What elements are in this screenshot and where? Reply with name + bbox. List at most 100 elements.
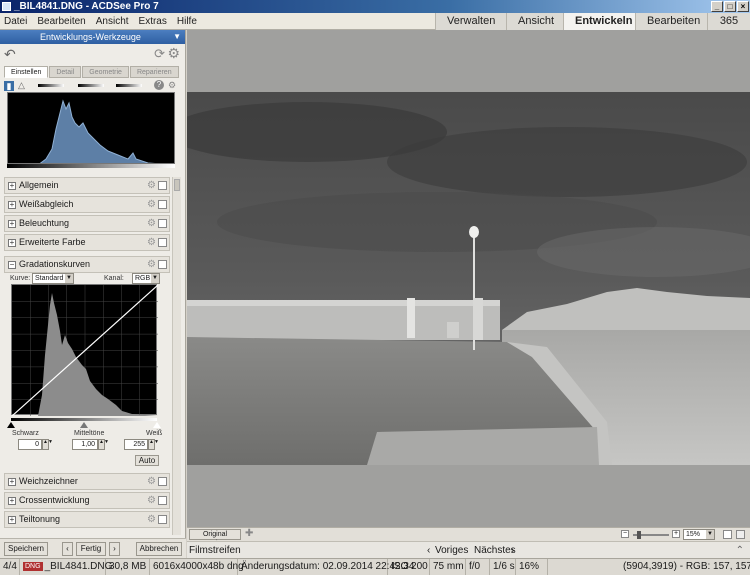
tone-curve-graph[interactable] [11, 284, 159, 417]
show-original-button[interactable]: Original anzeigen [189, 529, 241, 547]
section-gear-icon[interactable]: ⚙ [147, 178, 156, 193]
section-checkbox[interactable] [158, 496, 167, 505]
next-arrow-icon[interactable]: › [109, 542, 120, 556]
white-point-handle[interactable] [153, 422, 161, 428]
collapse-arrow-icon[interactable]: ▼ [173, 30, 181, 44]
zoom-slider-handle[interactable] [637, 531, 641, 539]
mid-value-input[interactable]: 1,00 [72, 439, 98, 450]
warning-icon[interactable]: △ [18, 80, 25, 90]
menu-ansicht[interactable]: Ansicht [96, 16, 129, 27]
auto-button[interactable]: Auto [135, 455, 159, 466]
expand-icon[interactable]: + [8, 220, 16, 228]
menu-extras[interactable]: Extras [139, 16, 167, 27]
expand-icon[interactable]: + [8, 201, 16, 209]
panel-scrollbar[interactable] [172, 177, 181, 535]
section-gear-icon[interactable]: ⚙ [147, 235, 156, 250]
section-checkbox[interactable] [158, 515, 167, 524]
tab-entwickeln[interactable]: Entwickeln [563, 13, 635, 30]
section-crossentwicklung[interactable]: + Crossentwicklung ⚙ [4, 492, 170, 509]
status-filename: DNG _BIL4841.DNG [20, 559, 112, 575]
image-viewer[interactable] [187, 30, 750, 527]
channel-select[interactable]: RGB ▼ [132, 273, 160, 284]
mid-spinner[interactable]: ▲▼ [98, 439, 109, 450]
subtab-reparieren[interactable]: Reparieren [129, 66, 179, 78]
minimize-icon[interactable]: _ [711, 1, 723, 12]
menu-datei[interactable]: Datei [4, 16, 27, 27]
section-checkbox[interactable] [158, 477, 167, 486]
fullscreen-icon[interactable] [736, 530, 745, 539]
expand-filmstrip-icon[interactable]: ⌃ [736, 542, 744, 559]
expand-icon[interactable]: + [8, 239, 16, 247]
add-icon[interactable]: ✚ [245, 528, 253, 539]
section-checkbox[interactable] [158, 260, 167, 269]
scroll-thumb[interactable] [174, 179, 180, 191]
expand-icon[interactable]: + [8, 478, 16, 486]
next-link[interactable]: Nächstes [474, 542, 516, 559]
prev-chevron-icon[interactable]: ‹ [427, 542, 430, 559]
section-weissabgleich[interactable]: + Weißabgleich ⚙ [4, 196, 170, 213]
curve-select[interactable]: Standard ▼ [32, 273, 74, 284]
previous-link[interactable]: Voriges [435, 542, 468, 559]
section-teiltonung[interactable]: + Teiltonung ⚙ [4, 511, 170, 528]
section-gear-icon[interactable]: ⚙ [147, 216, 156, 231]
section-checkbox[interactable] [158, 219, 167, 228]
histogram-mode-icon[interactable]: ▮ [4, 81, 14, 91]
settings-gear-icon[interactable]: ⚙ [167, 45, 180, 62]
subtab-detail[interactable]: Detail [49, 66, 82, 78]
section-gear-icon[interactable]: ⚙ [147, 257, 156, 272]
save-button[interactable]: Speichern [4, 542, 48, 556]
section-gear-icon[interactable]: ⚙ [147, 493, 156, 508]
midtone-handle[interactable] [80, 422, 88, 428]
section-checkbox[interactable] [158, 238, 167, 247]
section-gradationskurven[interactable]: − Gradationskurven ⚙ [4, 256, 170, 273]
section-allgemein[interactable]: + Allgemein ⚙ [4, 177, 170, 194]
section-checkbox[interactable] [158, 181, 167, 190]
section-gear-icon[interactable]: ⚙ [147, 474, 156, 489]
tab-365[interactable]: 365 [707, 13, 750, 30]
zoom-select[interactable]: 15% ▼ [683, 529, 715, 540]
section-erweiterte-farbe[interactable]: + Erweiterte Farbe ⚙ [4, 234, 170, 251]
menu-hilfe[interactable]: Hilfe [177, 16, 197, 27]
expand-icon[interactable]: + [8, 516, 16, 524]
tab-bearbeiten[interactable]: Bearbeiten [635, 13, 707, 30]
subtab-geometrie[interactable]: Geometrie [82, 66, 129, 78]
section-gear-icon[interactable]: ⚙ [147, 512, 156, 527]
next-chevron-icon[interactable]: › [511, 542, 514, 559]
section-beleuchtung[interactable]: + Beleuchtung ⚙ [4, 215, 170, 232]
subtab-einstellen[interactable]: Einstellen [4, 66, 49, 78]
panel-header[interactable]: Entwicklungs-Werkzeuge ▼ [0, 30, 185, 44]
reset-icon[interactable]: ⟳ [154, 46, 165, 62]
cancel-button[interactable]: Abbrechen [136, 542, 182, 556]
highlight-clip-icon[interactable] [116, 84, 142, 87]
maximize-icon[interactable]: □ [724, 1, 736, 12]
zoom-out-icon[interactable]: − [621, 530, 629, 538]
black-spinner[interactable]: ▲▼ [42, 439, 53, 450]
black-point-handle[interactable] [7, 422, 15, 428]
shadow-clip-icon[interactable] [38, 84, 64, 87]
section-gear-icon[interactable]: ⚙ [147, 197, 156, 212]
midtone-icon[interactable] [78, 84, 104, 87]
fit-icon[interactable] [723, 530, 732, 539]
black-value-input[interactable]: 0 [18, 439, 42, 450]
white-value-input[interactable]: 255 [124, 439, 148, 450]
white-spinner[interactable]: ▲▼ [148, 439, 159, 450]
histogram-gear-icon[interactable]: ⚙ [168, 80, 176, 90]
close-icon[interactable]: × [737, 1, 749, 12]
undo-icon[interactable]: ↶ [4, 46, 16, 63]
done-button[interactable]: Fertig [76, 542, 106, 556]
section-weichzeichner[interactable]: + Weichzeichner ⚙ [4, 473, 170, 490]
prev-arrow-icon[interactable]: ‹ [62, 542, 73, 556]
menu-bearbeiten[interactable]: Bearbeiten [37, 16, 85, 27]
help-icon[interactable]: ? [154, 80, 164, 90]
chevron-down-icon: ▼ [706, 530, 714, 539]
expand-icon[interactable]: + [8, 182, 16, 190]
expand-icon[interactable]: + [8, 497, 16, 505]
tab-ansicht[interactable]: Ansicht [506, 13, 563, 30]
filmstrip-label[interactable]: Filmstreifen [189, 542, 241, 559]
file-format-badge: DNG [23, 562, 43, 571]
section-checkbox[interactable] [158, 200, 167, 209]
zoom-in-icon[interactable]: + [672, 530, 680, 538]
tab-verwalten[interactable]: Verwalten [435, 13, 506, 30]
collapse-icon[interactable]: − [8, 261, 16, 269]
title-bar: _BIL4841.DNG - ACDSee Pro 7 _ □ × [0, 0, 750, 13]
